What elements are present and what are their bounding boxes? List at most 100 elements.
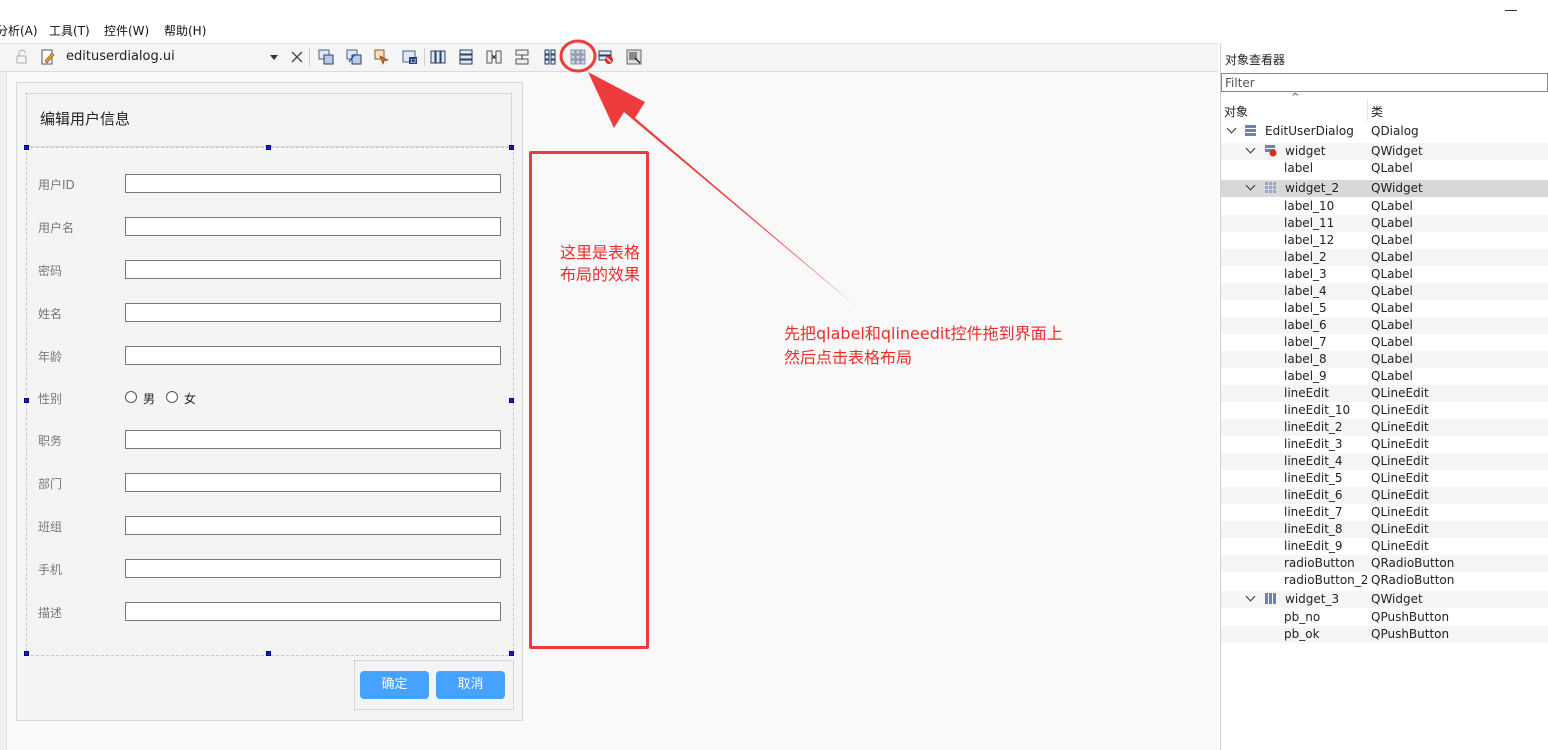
tree-row[interactable]: label_3 QLabel	[1221, 266, 1548, 283]
tree-row[interactable]: radioButton QRadioButton	[1221, 555, 1548, 572]
tree-row[interactable]: lineEdit_3 QLineEdit	[1221, 436, 1548, 453]
resize-handle[interactable]	[509, 145, 514, 150]
menu-analyze[interactable]: 分析(A)	[0, 22, 38, 39]
edit-signals-slots-icon[interactable]	[346, 49, 362, 65]
tree-row[interactable]: label_6 QLabel	[1221, 317, 1548, 334]
lock-icon[interactable]	[14, 49, 30, 65]
resize-handle[interactable]	[24, 651, 29, 656]
tree-row[interactable]: lineEdit_4 QLineEdit	[1221, 453, 1548, 470]
resize-handle[interactable]	[266, 145, 271, 150]
label-password: 密码	[38, 264, 63, 278]
annotation-instruction-line1: 先把qlabel和qlineedit控件拖到界面上	[784, 324, 1063, 343]
tree-row[interactable]: pb_ok QPushButton	[1221, 626, 1548, 643]
column-object[interactable]: 对象	[1224, 103, 1248, 120]
resize-handle[interactable]	[24, 145, 29, 150]
department-input[interactable]	[125, 473, 501, 492]
cancel-button[interactable]: 取消	[436, 671, 505, 699]
label-age: 年龄	[38, 350, 63, 364]
layout-vertical-splitter-icon[interactable]	[514, 49, 530, 65]
tree-row[interactable]: label_11 QLabel	[1221, 215, 1548, 232]
tree-row[interactable]: radioButton_2 QRadioButton	[1221, 572, 1548, 589]
tree-row[interactable]: label_7 QLabel	[1221, 334, 1548, 351]
chevron-down-icon	[270, 55, 278, 60]
tree-row[interactable]: lineEdit_7 QLineEdit	[1221, 504, 1548, 521]
filter-placeholder: Filter	[1225, 76, 1255, 90]
tree-row[interactable]: label_5 QLabel	[1221, 300, 1548, 317]
radio-male[interactable]	[125, 391, 137, 403]
chevron-down-icon[interactable]	[1245, 143, 1256, 154]
tree-row[interactable]: lineEdit QLineEdit	[1221, 385, 1548, 402]
menu-tools[interactable]: 工具(T)	[49, 22, 90, 39]
chevron-down-icon[interactable]	[1226, 123, 1237, 134]
layout-vertical-icon[interactable]	[458, 49, 474, 65]
edit-buddies-icon[interactable]	[374, 49, 390, 65]
chevron-down-icon[interactable]	[1245, 591, 1256, 602]
layout-horizontal-splitter-icon[interactable]	[486, 49, 502, 65]
ok-button[interactable]: 确定	[360, 671, 429, 699]
annotation-instruction: 先把qlabel和qlineedit控件拖到界面上 然后点击表格布局	[784, 322, 1063, 370]
tree-row[interactable]: label_9 QLabel	[1221, 368, 1548, 385]
tree-row[interactable]: label_2 QLabel	[1221, 249, 1548, 266]
position-input[interactable]	[125, 430, 501, 449]
phone-input[interactable]	[125, 559, 501, 578]
tree-row[interactable]: lineEdit_6 QLineEdit	[1221, 487, 1548, 504]
close-icon[interactable]	[289, 49, 305, 65]
menu-widgets[interactable]: 控件(W)	[104, 22, 149, 39]
name-input[interactable]	[125, 303, 501, 322]
layout-horizontal-icon[interactable]	[430, 49, 446, 65]
edit-widgets-icon[interactable]	[318, 49, 334, 65]
label-department: 部门	[38, 477, 63, 491]
resize-handle[interactable]	[509, 398, 514, 403]
resize-handle[interactable]	[509, 651, 514, 656]
user-id-input[interactable]	[125, 174, 501, 193]
label-team: 班组	[38, 520, 63, 534]
password-input[interactable]	[125, 260, 501, 279]
vertical-scrollbar[interactable]	[0, 72, 7, 750]
tree-row[interactable]: lineEdit_5 QLineEdit	[1221, 470, 1548, 487]
label-position: 职务	[38, 434, 63, 448]
label-name: 姓名	[38, 307, 63, 321]
tree-row[interactable]: label_8 QLabel	[1221, 351, 1548, 368]
radio-male-label: 男	[143, 392, 156, 406]
tree-row[interactable]: pb_no QPushButton	[1221, 609, 1548, 626]
tree-row[interactable]: lineEdit_2 QLineEdit	[1221, 419, 1548, 436]
column-divider	[1367, 99, 1368, 121]
tree-row[interactable]: widget QWidget	[1221, 143, 1548, 160]
label-phone: 手机	[38, 563, 63, 577]
resize-handle[interactable]	[24, 398, 29, 403]
tree-row[interactable]: label_12 QLabel	[1221, 232, 1548, 249]
toolbar-separator	[424, 48, 425, 66]
label-user-id: 用户ID	[38, 178, 75, 192]
label-description: 描述	[38, 606, 63, 620]
annotation-arrow	[559, 39, 858, 308]
tree-row[interactable]: lineEdit_8 QLineEdit	[1221, 521, 1548, 538]
column-class[interactable]: 类	[1371, 103, 1383, 120]
tree-row[interactable]: lineEdit_10 QLineEdit	[1221, 402, 1548, 419]
tree-row[interactable]: lineEdit_9 QLineEdit	[1221, 538, 1548, 555]
object-inspector: 对象查看器 Filter ^ 对象 类 EditUserDialog QDial…	[1220, 43, 1548, 750]
annotation-instruction-line2: 然后点击表格布局	[784, 348, 913, 367]
username-input[interactable]	[125, 217, 501, 236]
dialog-title: 编辑用户信息	[40, 110, 131, 128]
resize-handle[interactable]	[266, 651, 271, 656]
radio-female[interactable]	[166, 391, 178, 403]
tree-row[interactable]: label_10 QLabel	[1221, 198, 1548, 215]
menu-help[interactable]: 帮助(H)	[164, 22, 206, 39]
tree-row[interactable]: widget_3 QWidget	[1221, 591, 1548, 608]
tree-row[interactable]: label_4 QLabel	[1221, 283, 1548, 300]
filter-input[interactable]: Filter	[1221, 73, 1548, 92]
team-input[interactable]	[125, 516, 501, 535]
description-input[interactable]	[125, 602, 501, 621]
svg-text:12: 12	[410, 59, 416, 65]
annotation-arrow-shape	[588, 72, 858, 308]
edit-file-icon	[41, 49, 55, 65]
open-document-combo[interactable]: edituserdialog.ui	[60, 47, 282, 67]
chevron-down-icon[interactable]	[1245, 180, 1256, 191]
file-name: edituserdialog.ui	[66, 49, 175, 64]
minimize-icon[interactable]	[1505, 2, 1517, 11]
age-input[interactable]	[125, 346, 501, 365]
edit-tab-order-icon[interactable]: 12	[402, 49, 418, 65]
tree-row-selected[interactable]: widget_2 QWidget	[1221, 180, 1548, 197]
tree-row[interactable]: label QLabel	[1221, 160, 1548, 177]
tree-row[interactable]: EditUserDialog QDialog	[1221, 123, 1548, 140]
